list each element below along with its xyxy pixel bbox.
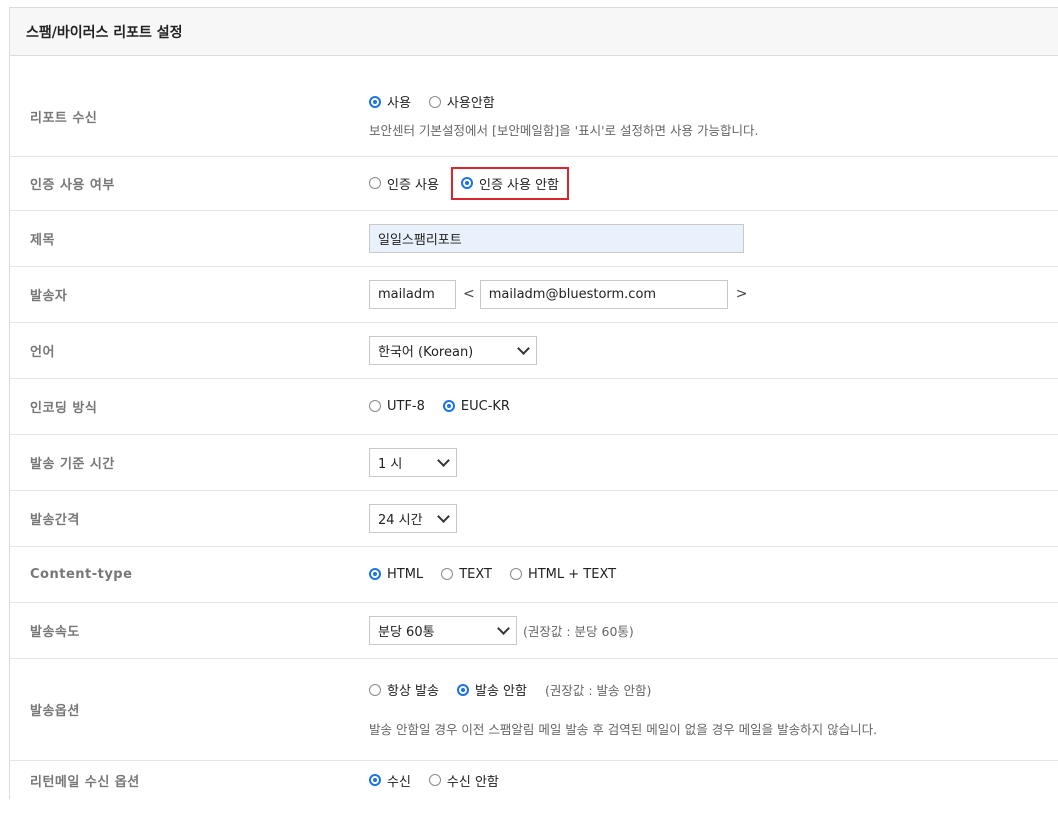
highlight-box: 인증 사용 안함 [450, 166, 570, 200]
row-auth-use: 인증 사용 여부 인증 사용 인증 사용 안함 [9, 156, 1058, 211]
radio-checked-icon [369, 568, 381, 580]
send-option-always-radio[interactable]: 항상 발송 [369, 680, 439, 699]
encoding-utf8-radio[interactable]: UTF-8 [369, 399, 425, 414]
settings-form: 리포트 수신 사용 사용안함 보안센터 기본설정에서 [보안메일함]을 '표시'… [9, 0, 1058, 798]
return-mail-label: 리턴메일 수신 옵션 [30, 774, 140, 790]
encoding-label: 인코딩 방식 [30, 400, 98, 416]
sender-email-input[interactable]: mailadm@bluestorm.com [479, 279, 728, 309]
row-report-receive: 리포트 수신 사용 사용안함 보안센터 기본설정에서 [보안메일함]을 '표시'… [9, 76, 1058, 157]
radio-checked-icon [456, 683, 469, 696]
encoding-euckr-radio[interactable]: EUC-KR [442, 399, 510, 414]
row-language: 언어 한국어 (Korean) [9, 322, 1058, 379]
row-send-time: 발송 기준 시간 1 시 [9, 434, 1058, 491]
send-interval-label: 발송간격 [30, 512, 80, 528]
auth-use-radio[interactable]: 인증 사용 [369, 174, 439, 193]
content-type-text-radio[interactable]: TEXT [441, 567, 492, 582]
radio-unchecked-icon [369, 683, 381, 696]
radio-unchecked-icon [369, 400, 381, 412]
row-send-interval: 발송간격 24 시간 [9, 490, 1058, 547]
send-interval-select[interactable]: 24 시간 [369, 503, 457, 533]
sender-label: 발송자 [30, 288, 68, 304]
radio-unchecked-icon [441, 568, 454, 580]
send-time-label: 발송 기준 시간 [30, 456, 115, 472]
row-send-speed: 발송속도 분당 60통 (권장값 : 분당 60통) [9, 602, 1058, 659]
content-type-html-radio[interactable]: HTML [369, 567, 423, 582]
row-return-mail: 리턴메일 수신 옵션 수신 수신 안함 [9, 760, 1058, 816]
report-receive-help: 보안센터 기본설정에서 [보안메일함]을 '표시'로 설정하면 사용 가능합니다… [369, 123, 759, 138]
row-title: 제목 일일스팸리포트 [9, 210, 1058, 267]
radio-checked-icon [460, 177, 473, 189]
language-label: 언어 [30, 344, 55, 360]
row-encoding: 인코딩 방식 UTF-8 EUC-KR [9, 378, 1058, 435]
send-option-help: 발송 안함일 경우 이전 스팸알림 메일 발송 후 검역된 메일이 없을 경우 … [369, 722, 878, 737]
content-type-label: Content-type [30, 566, 133, 582]
language-select[interactable]: 한국어 (Korean) [369, 335, 537, 365]
row-send-option: 발송옵션 항상 발송 발송 안함 (권장값 : 발송 안함) 발송 안함일 경우… [9, 658, 1058, 761]
report-receive-label: 리포트 수신 [30, 110, 98, 126]
radio-unchecked-icon [428, 95, 441, 108]
radio-unchecked-icon [428, 774, 441, 786]
right-angle: > [735, 286, 748, 302]
send-speed-select[interactable]: 분당 60통 [369, 615, 517, 645]
send-option-label: 발송옵션 [30, 703, 80, 719]
send-option-never-radio[interactable]: 발송 안함 [456, 680, 527, 699]
chevron-down-icon [517, 341, 530, 355]
radio-checked-icon [369, 774, 381, 786]
radio-checked-icon [442, 400, 455, 412]
radio-unchecked-icon [509, 568, 522, 580]
radio-checked-icon [369, 95, 381, 108]
return-mail-receive-radio[interactable]: 수신 [369, 771, 411, 790]
chevron-down-icon [497, 621, 510, 635]
report-receive-use-radio[interactable]: 사용 [369, 92, 411, 111]
send-option-recommended: (권장값 : 발송 안함) [544, 683, 652, 698]
radio-unchecked-icon [369, 177, 381, 189]
send-speed-recommended: (권장값 : 분당 60통) [523, 623, 634, 639]
title-label: 제목 [30, 232, 55, 248]
row-sender: 발송자 mailadm < mailadm@bluestorm.com > [9, 266, 1058, 323]
auth-nouse-radio[interactable]: 인증 사용 안함 [460, 174, 559, 193]
chevron-down-icon [437, 453, 450, 467]
content-type-html-text-radio[interactable]: HTML + TEXT [509, 567, 616, 582]
report-receive-nouse-radio[interactable]: 사용안함 [428, 92, 495, 111]
row-content-type: Content-type HTML TEXT HTML + TEXT [9, 546, 1058, 603]
chevron-down-icon [437, 509, 450, 523]
send-speed-label: 발송속도 [30, 624, 80, 640]
sender-name-input[interactable]: mailadm [369, 279, 456, 309]
return-mail-noreceive-radio[interactable]: 수신 안함 [428, 771, 499, 790]
title-input[interactable]: 일일스팸리포트 [369, 223, 744, 253]
left-angle: < [463, 286, 475, 302]
auth-use-label: 인증 사용 여부 [30, 177, 115, 193]
send-time-select[interactable]: 1 시 [369, 447, 457, 477]
